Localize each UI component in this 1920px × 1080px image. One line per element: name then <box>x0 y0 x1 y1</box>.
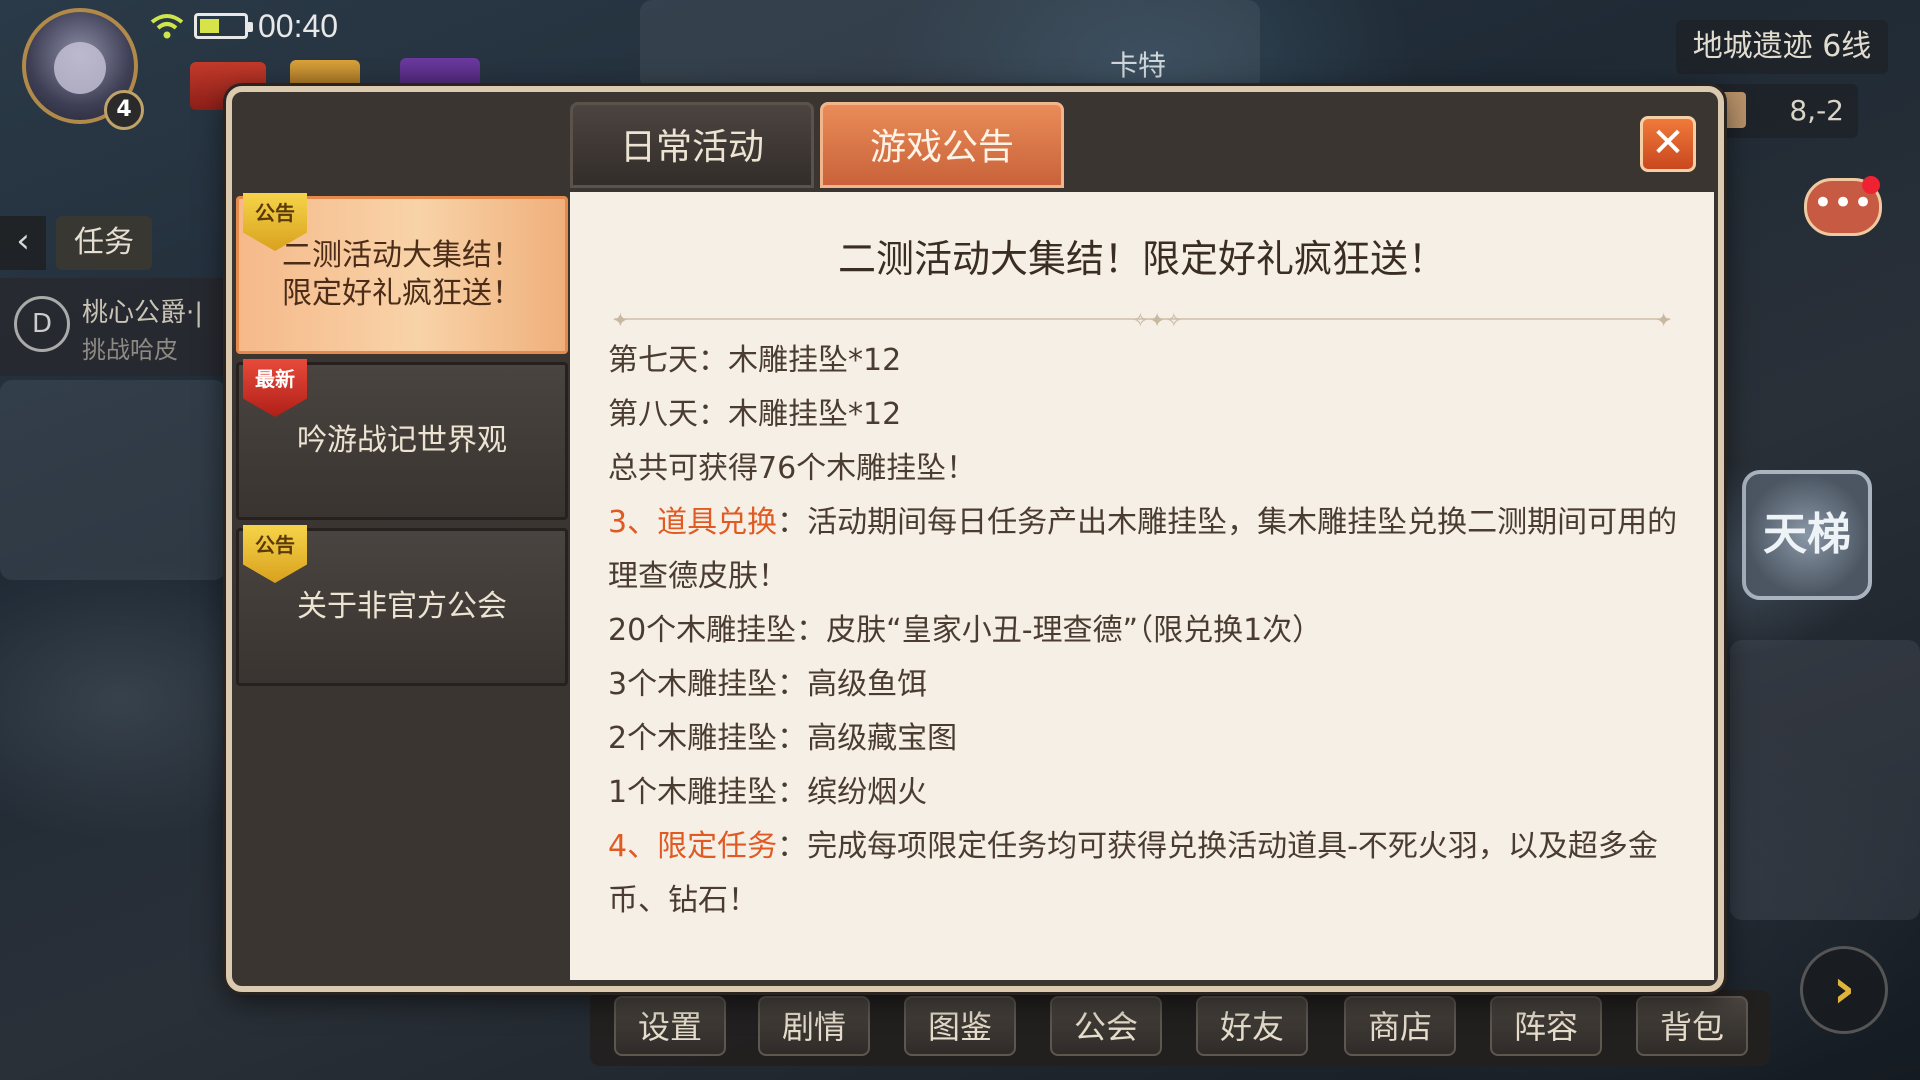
divider-ornament-icon: ✦ <box>612 308 629 332</box>
menu-story-button[interactable]: 剧情 <box>758 996 870 1056</box>
battery-icon <box>194 13 253 39</box>
quest-tracker-panel[interactable]: D 桃心公爵·| 挑战哈皮 <box>0 278 230 376</box>
announcement-item-worldview[interactable]: 吟游战记世界观 最新 <box>236 359 568 520</box>
reward-line: 20个木雕挂坠：皮肤“皇家小丑-理查德”（限兑换1次） <box>608 613 1323 648</box>
announcement-item-label: 吟游战记世界观 <box>297 423 507 458</box>
clock-time: 00:40 <box>258 7 339 44</box>
chevron-right-icon[interactable]: › <box>1800 946 1888 1034</box>
reward-line: 1个木雕挂坠：缤纷烟火 <box>608 775 928 810</box>
avatar-portrait <box>54 42 106 94</box>
quest-type-icon: D <box>14 296 70 352</box>
wifi-icon <box>150 14 184 39</box>
menu-codex-button[interactable]: 图鉴 <box>904 996 1016 1056</box>
announcement-item-event[interactable]: 二测活动大集结！ 限定好礼疯狂送！ 公告 <box>236 193 568 354</box>
section-item-exchange: 3、道具兑换：活动期间每日任务产出木雕挂坠，集木雕挂坠兑换二测期间可用的理查德皮… <box>608 496 1678 604</box>
background-terrain <box>0 380 226 580</box>
close-icon[interactable]: ✕ <box>1640 116 1696 172</box>
quest-subtitle: 挑战哈皮 <box>82 336 178 364</box>
menu-backpack-button[interactable]: 背包 <box>1636 996 1748 1056</box>
menu-shop-button[interactable]: 商店 <box>1344 996 1456 1056</box>
divider-ornament-icon: ✧✦✧ <box>1132 308 1183 332</box>
section-heading: 4、限定任务 <box>608 829 778 864</box>
tab-daily-activities[interactable]: 日常活动 <box>570 102 814 188</box>
ladder-button[interactable]: 天梯 <box>1742 470 1872 600</box>
quest-title: 桃心公爵·| <box>82 298 204 328</box>
section-heading: 3、道具兑换 <box>608 505 778 540</box>
tab-game-announcements[interactable]: 游戏公告 <box>820 102 1064 188</box>
menu-lineup-button[interactable]: 阵容 <box>1490 996 1602 1056</box>
announcement-title: 二测活动大集结！限定好礼疯狂送！ <box>837 237 1446 281</box>
quest-tab[interactable]: 任务 <box>56 216 152 270</box>
device-status-bar: 00:40 <box>150 4 338 48</box>
divider-ornament-icon: ✦ <box>1655 308 1672 332</box>
menu-friends-button[interactable]: 好友 <box>1196 996 1308 1056</box>
announcement-item-label: 二测活动大集结！ 限定好礼疯狂送！ <box>282 238 522 311</box>
new-tag-badge: 最新 <box>243 359 307 417</box>
announcement-content-panel[interactable]: 二测活动大集结！限定好礼疯狂送！ ✦ ✧✦✧ ✦ 第七天：木雕挂坠*12 第八天… <box>570 192 1714 980</box>
player-level-badge: 4 <box>104 90 144 130</box>
body-line: 第八天：木雕挂坠*12 <box>608 397 902 432</box>
body-line: 总共可获得76个木雕挂坠！ <box>608 451 977 486</box>
battery-level <box>200 19 220 33</box>
npc-name-label: 卡特 <box>1110 49 1167 82</box>
location-label[interactable]: 地城遗迹 6线 <box>1676 20 1888 74</box>
announcement-item-label: 关于非官方公会 <box>297 589 507 624</box>
body-line: 第七天：木雕挂坠*12 <box>608 343 902 378</box>
background-structure <box>640 0 1260 90</box>
background-terrain <box>1730 640 1920 920</box>
notice-tag-badge: 公告 <box>243 525 307 583</box>
menu-guild-button[interactable]: 公会 <box>1050 996 1162 1056</box>
reward-line: 2个木雕挂坠：高级藏宝图 <box>608 721 958 756</box>
announcement-item-guild[interactable]: 关于非官方公会 公告 <box>236 525 568 686</box>
reward-line: 3个木雕挂坠：高级鱼饵 <box>608 667 928 702</box>
notification-dot <box>1862 176 1880 194</box>
menu-settings-button[interactable]: 设置 <box>614 996 726 1056</box>
section-limited-tasks: 4、限定任务：完成每项限定任务均可获得兑换活动道具-不死火羽，以及超多金币、钻石… <box>608 820 1678 928</box>
announcement-body: 第七天：木雕挂坠*12 第八天：木雕挂坠*12 总共可获得76个木雕挂坠！ 3、… <box>608 343 1678 928</box>
collapse-quest-button[interactable]: ‹ <box>0 216 46 270</box>
